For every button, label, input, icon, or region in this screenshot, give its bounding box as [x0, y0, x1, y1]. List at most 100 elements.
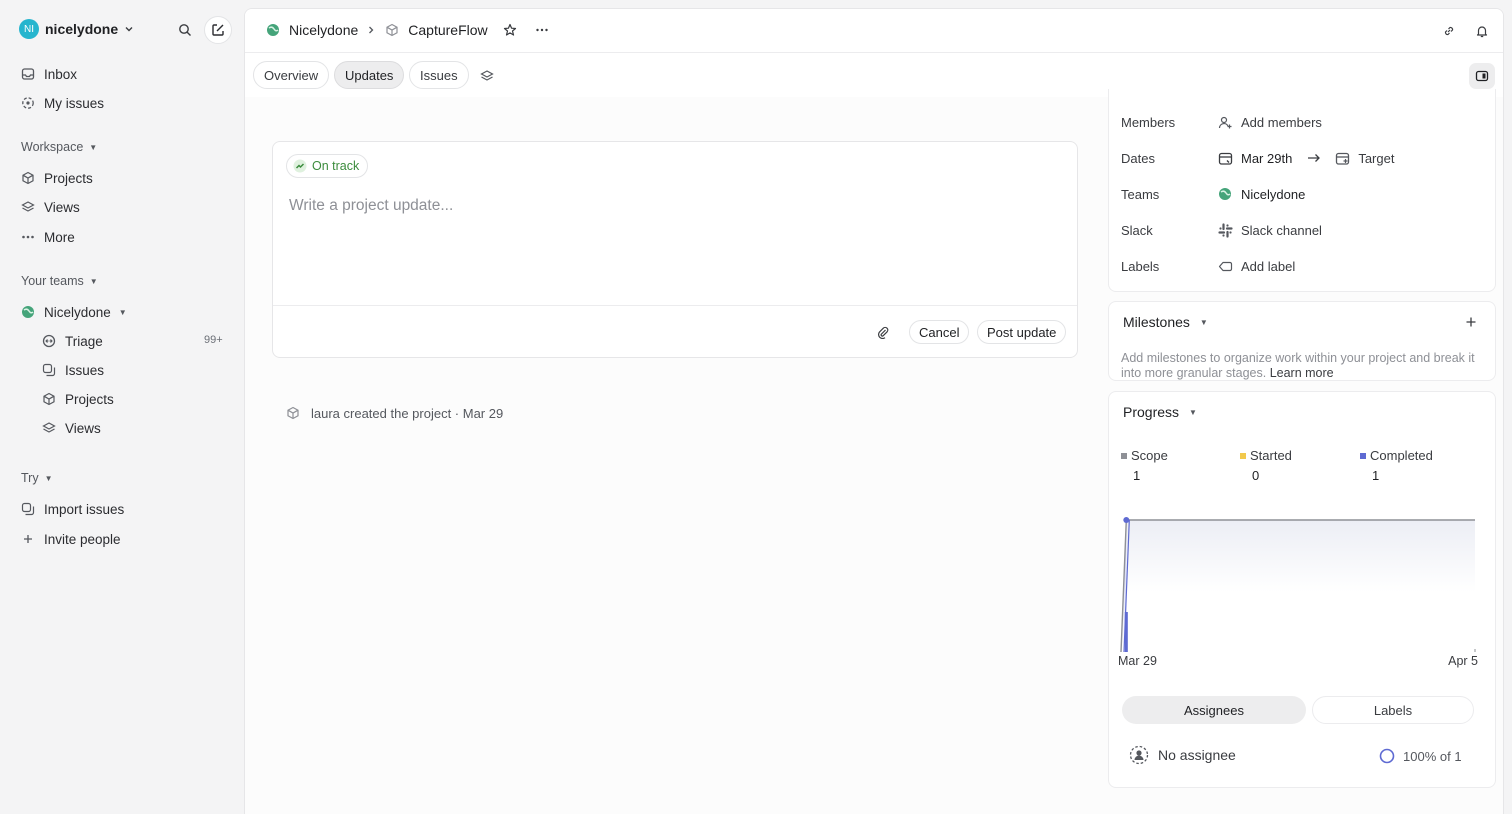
sidebar-item-triage[interactable]: Triage	[41, 331, 103, 351]
search-icon[interactable]	[177, 22, 193, 38]
segment-assignees[interactable]: Assignees	[1122, 696, 1306, 724]
sidebar-item-team-issues[interactable]: Issues	[41, 360, 104, 380]
sidebar-item-label: Invite people	[44, 531, 121, 547]
workspace-avatar: NI	[19, 19, 39, 39]
main-panel: Nicelydone CaptureFlow Overview Updates …	[244, 8, 1504, 814]
assignee-name: No assignee	[1158, 747, 1236, 763]
completed-stat-label: Completed	[1360, 448, 1433, 463]
sidebar-item-label: My issues	[44, 95, 105, 111]
caret-down-icon: ▼	[1199, 317, 1208, 327]
completed-label: Completed	[1370, 448, 1433, 463]
health-status-button[interactable]: On track	[286, 154, 369, 178]
calendar-plus-icon	[1334, 150, 1350, 166]
properties-card: Members Add members Dates Mar 29th Targe…	[1108, 89, 1496, 292]
progress-chart	[1120, 517, 1476, 653]
post-update-button[interactable]: Post update	[977, 320, 1067, 344]
completed-bar	[1124, 612, 1128, 652]
progress-header[interactable]: Progress ▼	[1123, 404, 1197, 420]
assignee-row[interactable]: No assignee	[1129, 745, 1236, 765]
cube-icon	[285, 405, 301, 421]
star-icon[interactable]	[502, 22, 518, 38]
members-label: Members	[1121, 114, 1176, 130]
labels-value: Add label	[1241, 258, 1296, 274]
new-issue-button[interactable]	[204, 16, 232, 44]
add-label-button[interactable]: Add label	[1217, 258, 1295, 274]
section-label: Your teams	[21, 274, 84, 288]
layers-icon[interactable]	[479, 68, 495, 84]
link-icon[interactable]	[1441, 23, 1457, 39]
arrow-right-icon	[1306, 150, 1322, 166]
members-row: Members Add members	[1121, 114, 1322, 130]
assignee-progress: 100% of 1	[1379, 748, 1462, 764]
scope-value: 1	[1133, 468, 1141, 483]
teams-section-header[interactable]: Your teams ▼	[21, 274, 98, 288]
sidebar-item-invite[interactable]: Invite people	[20, 529, 121, 549]
bell-icon[interactable]	[1474, 23, 1490, 39]
sidebar-item-label: Inbox	[44, 66, 78, 82]
teams-button[interactable]: Nicelydone	[1217, 186, 1305, 202]
milestones-header[interactable]: Milestones ▼	[1123, 314, 1208, 330]
layers-icon	[41, 420, 57, 436]
dates-label: Dates	[1121, 150, 1155, 166]
start-date-button[interactable]: Mar 29th	[1217, 150, 1292, 166]
completed-point	[1123, 517, 1130, 523]
labels-row: Labels Add label	[1121, 258, 1295, 274]
scope-legend-dot	[1121, 453, 1127, 459]
health-status-label: On track	[312, 159, 360, 173]
completed-legend-dot	[1360, 453, 1366, 459]
started-legend-dot	[1240, 453, 1246, 459]
more-icon[interactable]	[534, 22, 550, 38]
chevron-down-icon	[124, 21, 134, 37]
triage-icon	[41, 333, 57, 349]
attachment-icon[interactable]	[875, 324, 891, 340]
add-person-icon	[1217, 114, 1233, 130]
workspace-section-header[interactable]: Workspace ▼	[21, 140, 97, 154]
sidebar-item-team-projects[interactable]: Projects	[41, 389, 114, 409]
triage-count-badge: 99+	[204, 334, 223, 346]
slack-button[interactable]: Slack channel	[1217, 222, 1322, 238]
add-members-button[interactable]: Add members	[1217, 114, 1322, 130]
caret-down-icon: ▼	[1189, 407, 1197, 417]
target-date-button[interactable]: Target	[1334, 150, 1394, 166]
try-section-header[interactable]: Try ▼	[21, 471, 53, 485]
breadcrumb-project[interactable]: CaptureFlow	[408, 22, 487, 38]
team-globe-icon	[20, 304, 36, 320]
workspace-switcher[interactable]: NI nicelydone	[19, 19, 134, 39]
activity-text: laura created the project · Mar 29	[311, 405, 504, 421]
breadcrumb-team[interactable]: Nicelydone	[289, 22, 358, 38]
sidebar-item-team[interactable]: Nicelydone ▼	[20, 302, 127, 322]
started-value: 0	[1252, 468, 1260, 483]
calendar-icon	[1217, 150, 1233, 166]
sidebar-item-views[interactable]: Views	[20, 197, 80, 217]
segment-labels[interactable]: Labels	[1312, 696, 1474, 724]
activity-item: laura created the project · Mar 29	[285, 405, 503, 421]
update-input[interactable]: Write a project update...	[289, 197, 453, 215]
update-composer: On track Write a project update... Cance…	[272, 141, 1078, 358]
started-label: Started	[1250, 448, 1292, 463]
learn-more-link[interactable]: Learn more	[1270, 366, 1334, 380]
assignee-progress-value: 100% of 1	[1403, 748, 1462, 764]
sidebar-item-label: Views	[65, 420, 101, 436]
plus-icon	[20, 531, 36, 547]
caret-down-icon: ▼	[118, 307, 127, 317]
teams-value: Nicelydone	[1241, 186, 1306, 202]
section-label: Workspace	[21, 140, 84, 154]
members-value: Add members	[1241, 114, 1322, 130]
sidebar-item-projects[interactable]: Projects	[20, 168, 93, 188]
sidebar-item-inbox[interactable]: Inbox	[20, 64, 77, 84]
cancel-button[interactable]: Cancel	[909, 320, 970, 344]
completed-value: 1	[1372, 468, 1380, 483]
sidebar-item-more[interactable]: More	[20, 227, 75, 247]
tab-updates[interactable]: Updates	[334, 61, 405, 89]
sidebar-item-my-issues[interactable]: My issues	[20, 93, 104, 113]
tab-overview[interactable]: Overview	[253, 61, 330, 89]
tab-issues[interactable]: Issues	[409, 61, 469, 89]
caret-down-icon: ▼	[89, 142, 98, 152]
sidebar-item-team-views[interactable]: Views	[41, 418, 101, 438]
sidebar-item-import[interactable]: Import issues	[20, 499, 124, 519]
toggle-details-button[interactable]	[1469, 63, 1495, 89]
teams-row: Teams Nicelydone	[1121, 186, 1305, 202]
cube-icon	[384, 22, 400, 38]
sidebar-item-label: Issues	[65, 362, 105, 378]
add-milestone-icon[interactable]	[1463, 314, 1479, 330]
